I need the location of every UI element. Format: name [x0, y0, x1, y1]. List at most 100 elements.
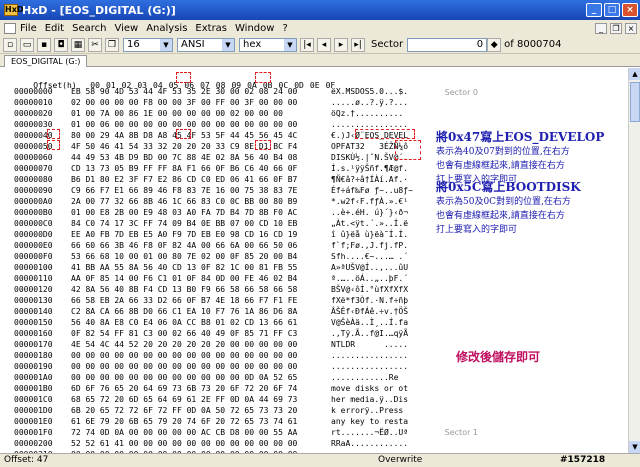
hex-row[interactable]: 000001B0 6D 6F 76 65 20 64 69 73 6B 73 20…	[14, 383, 408, 394]
row-hex-bytes[interactable]: 72 74 0D 0A 00 00 00 00 00 AC CB D8 00 0…	[71, 427, 331, 438]
row-hex-bytes[interactable]: 80 00 29 4A 8B D8 A8 45 4F 53 5F 44 45 5…	[71, 130, 331, 141]
copy-icon[interactable]: ❐	[105, 37, 119, 52]
row-ascii[interactable]: ª.…..öÁ..„..þF.´	[331, 273, 408, 284]
mdi-close-button[interactable]: ×	[625, 22, 637, 34]
row-hex-bytes[interactable]: 02 00 00 00 00 F8 00 00 3F 00 FF 00 3F 0…	[71, 97, 331, 108]
row-hex-bytes[interactable]: 66 60 66 3B 46 F8 0F 82 4A 00 66 6A 00 6…	[71, 240, 331, 251]
row-hex-bytes[interactable]: EE A0 FB 7D EB E5 A0 F9 7D EB E0 98 CD 1…	[71, 229, 331, 240]
row-hex-bytes[interactable]: 42 8A 56 40 8B F4 CD 13 B0 F9 66 58 66 5…	[71, 284, 331, 295]
hex-row[interactable]: 00000190 00 00 00 00 00 00 00 00 00 00 00…	[14, 361, 408, 372]
maximize-button[interactable]: □	[604, 3, 620, 17]
row-hex-bytes[interactable]: AA 0F 85 14 00 F6 C1 01 0F 84 0D 00 FE 4…	[71, 273, 331, 284]
hex-row[interactable]: 00000160 0F 82 54 FF 81 C3 00 02 66 40 49…	[14, 328, 408, 339]
hex-row[interactable]: 000000E0 66 60 66 3B 46 F8 0F 82 4A 00 66…	[14, 240, 408, 251]
row-hex-bytes[interactable]: B6 D1 80 E2 3F F7 E2 86 CD C0 ED 06 41 6…	[71, 174, 331, 185]
hex-row[interactable]: 00000200 52 52 61 41 00 00 00 00 00 00 00…	[14, 438, 408, 449]
row-hex-bytes[interactable]: 66 58 EB 2A 66 33 D2 66 0F B7 4E 18 66 F…	[71, 295, 331, 306]
hex-row[interactable]: 00000110 AA 0F 85 14 00 F6 C1 01 0F 84 0D…	[14, 273, 408, 284]
tab-eos-digital[interactable]: EOS_DIGITAL (G:)	[4, 55, 88, 67]
hex-row[interactable]: 00000020 01 00 7A 00 86 1E 00 00 00 00 00…	[14, 108, 403, 119]
menu-extras[interactable]: Extras	[195, 23, 227, 34]
hex-row[interactable]: 00000010 02 00 00 00 00 F8 00 00 3F 00 FF…	[14, 97, 408, 108]
row-hex-bytes[interactable]: 4F 50 46 41 54 33 32 20 20 20 33 C9 8E D…	[71, 141, 331, 152]
hex-row[interactable]: 00000130 66 58 EB 2A 66 33 D2 66 0F B7 4E…	[14, 295, 408, 306]
save-icon[interactable]: ▪	[37, 37, 51, 52]
hex-row[interactable]: 000000C0 84 C0 74 17 3C FF 74 09 B4 0E BB…	[14, 218, 408, 229]
menu-window[interactable]: Window	[235, 23, 274, 34]
hex-row[interactable]: 000000A0 2A 00 77 32 66 8B 46 1C 66 83 C0…	[14, 196, 408, 207]
menu-help[interactable]: ?	[282, 23, 287, 34]
hex-row[interactable]: 000000F0 53 66 68 10 00 01 00 80 7E 02 00…	[14, 251, 408, 262]
hex-row[interactable]: 00000180 00 00 00 00 00 00 00 00 00 00 00…	[14, 350, 408, 361]
row-hex-bytes[interactable]: 53 66 68 10 00 01 00 80 7E 02 00 0F 85 2…	[71, 251, 331, 262]
hex-row[interactable]: 00000120 42 8A 56 40 8B F4 CD 13 B0 F9 66…	[14, 284, 408, 295]
row-ascii[interactable]: .‚Tÿ.Ã..f@I.…qÿÃ	[331, 328, 408, 339]
row-hex-bytes[interactable]: 01 00 06 00 00 00 00 00 00 00 00 00 00 0…	[71, 119, 331, 130]
row-ascii[interactable]: .....ø..?.ÿ.?...	[331, 97, 408, 108]
scroll-down-icon[interactable]: ▼	[629, 441, 640, 453]
hex-row[interactable]: 000001C0 68 65 72 20 6D 65 64 69 61 2E FF…	[14, 394, 408, 405]
mdi-minimize-button[interactable]: _	[595, 22, 607, 34]
mdi-restore-button[interactable]: ❐	[610, 22, 622, 34]
row-hex-bytes[interactable]: 00 00 00 00 00 00 00 00 00 00 00 00 00 0…	[71, 350, 331, 361]
hex-row[interactable]: 000001F0 72 74 0D 0A 00 00 00 00 00 AC CB…	[14, 427, 408, 438]
row-hex-bytes[interactable]: 4E 54 4C 44 52 20 20 20 20 20 20 00 00 0…	[71, 339, 331, 350]
new-file-icon[interactable]: ▫	[3, 37, 17, 52]
row-ascii[interactable]: ................	[331, 119, 408, 130]
row-ascii[interactable]: ................	[331, 350, 408, 361]
menu-analysis[interactable]: Analysis	[146, 23, 187, 34]
row-ascii[interactable]: *.w2f‹F.fƒÀ.».€¹	[331, 196, 408, 207]
row-hex-bytes[interactable]: 01 00 7A 00 86 1E 00 00 00 00 00 02 00 0…	[71, 108, 331, 119]
row-hex-bytes[interactable]: 00 00 00 00 00 00 00 00 00 00 00 00 0D 0…	[71, 372, 331, 383]
row-ascii[interactable]: RRaA............	[331, 438, 408, 449]
hex-row[interactable]: 00000070 CD 13 73 05 B9 FF FF 8A F1 66 0F…	[14, 163, 408, 174]
hex-row[interactable]: 000000B0 01 00 E8 2B 00 E9 48 03 A0 FA 7D…	[14, 207, 408, 218]
row-ascii[interactable]: î û}ëå ù}ëà˜Í.Í.	[331, 229, 408, 240]
row-ascii[interactable]: DISKÙ½.|ˆN.ŠV@´.	[331, 152, 408, 163]
menu-search[interactable]: Search	[72, 23, 106, 34]
close-button[interactable]: ×	[622, 3, 638, 17]
charset-select[interactable]: ANSI ▼	[177, 37, 235, 52]
hex-row[interactable]: 000000D0 EE A0 FB 7D EB E5 A0 F9 7D EB E0…	[14, 229, 408, 240]
row-ascii[interactable]: OPFAT32 3ÉŽÑ¼ô	[331, 141, 408, 152]
row-ascii[interactable]: ............Re	[331, 372, 398, 383]
row-ascii[interactable]: „Àt.<ÿt.´.»..Í.ë	[331, 218, 408, 229]
hex-row[interactable]: 00000040 80 00 29 4A 8B D8 A8 45 4F 53 5F…	[14, 130, 408, 141]
row-ascii[interactable]: any key to resta	[331, 416, 408, 427]
hex-row[interactable]: 00000170 4E 54 4C 44 52 20 20 20 20 20 20…	[14, 339, 408, 350]
scroll-thumb[interactable]	[630, 82, 640, 122]
row-hex-bytes[interactable]: 44 49 53 4B D9 BD 00 7C 88 4E 02 8A 56 4…	[71, 152, 331, 163]
scroll-up-icon[interactable]: ▲	[629, 68, 640, 80]
row-ascii[interactable]: her media.ÿ..Dis	[331, 394, 408, 405]
row-hex-bytes[interactable]: 56 40 8A E8 C0 E4 06 0A CC B8 01 02 CD 1…	[71, 317, 331, 328]
row-ascii[interactable]: f`f;Fø.‚J.fj.fP.	[331, 240, 408, 251]
hex-row[interactable]: 000001A0 00 00 00 00 00 00 00 00 00 00 00…	[14, 372, 398, 383]
row-ascii[interactable]: Í.s.¹ÿÿŠñf.¶Æ@f.	[331, 163, 408, 174]
hex-row[interactable]: 00000100 41 BB AA 55 8A 56 40 CD 13 0F 82…	[14, 262, 408, 273]
row-hex-bytes[interactable]: C9 66 F7 E1 66 89 46 F8 83 7E 16 00 75 3…	[71, 185, 331, 196]
row-hex-bytes[interactable]: 84 C0 74 17 3C FF 74 09 B4 0E BB 07 00 C…	[71, 218, 331, 229]
row-hex-bytes[interactable]: 2A 00 77 32 66 8B 46 1C 66 83 C0 0C BB 0…	[71, 196, 331, 207]
row-ascii[interactable]: k errorÿ..Press	[331, 405, 408, 416]
first-sector-icon[interactable]: |◂	[300, 37, 314, 52]
row-hex-bytes[interactable]: CD 13 73 05 B9 FF FF 8A F1 66 0F B6 C6 4…	[71, 163, 331, 174]
row-hex-bytes[interactable]: 68 65 72 20 6D 65 64 69 61 2E FF 0D 0A 4…	[71, 394, 331, 405]
row-ascii[interactable]: ëX.MSDOS5.0...$.	[331, 86, 408, 97]
row-ascii[interactable]: rt.......¬ËØ..Uª	[331, 427, 408, 438]
hex-row[interactable]: 00000000 EB 58 90 4D 53 44 4F 53 35 2E 30…	[14, 86, 408, 97]
row-ascii[interactable]: Sfh....€~...… .´	[331, 251, 408, 262]
open-file-icon[interactable]: ▭	[20, 37, 34, 52]
prev-sector-icon[interactable]: ◂	[317, 37, 331, 52]
sector-input[interactable]: 0	[407, 37, 488, 52]
sector-spin-icon[interactable]: ◆	[487, 37, 502, 52]
last-sector-icon[interactable]: ▸|	[351, 37, 365, 52]
cut-icon[interactable]: ✂	[88, 37, 102, 52]
row-hex-bytes[interactable]: 0F 82 54 FF 81 C3 00 02 66 40 49 0F 85 7…	[71, 328, 331, 339]
row-ascii[interactable]: ¶Ñ€â?÷â†ÍÀí.Af.·	[331, 174, 408, 185]
row-hex-bytes[interactable]: 00 00 00 00 00 00 00 00 00 00 00 00 00 0…	[71, 361, 331, 372]
row-ascii[interactable]: ..è+.éH. ú}´}‹ð¬	[331, 207, 408, 218]
hex-row[interactable]: 00000150 56 40 8A E8 C0 E4 06 0A CC B8 01…	[14, 317, 408, 328]
minimize-button[interactable]: _	[586, 3, 602, 17]
hex-row[interactable]: 00000030 01 00 06 00 00 00 00 00 00 00 00…	[14, 119, 408, 130]
hex-row[interactable]: 00000140 C2 8A CA 66 8B D0 66 C1 EA 10 F7…	[14, 306, 408, 317]
